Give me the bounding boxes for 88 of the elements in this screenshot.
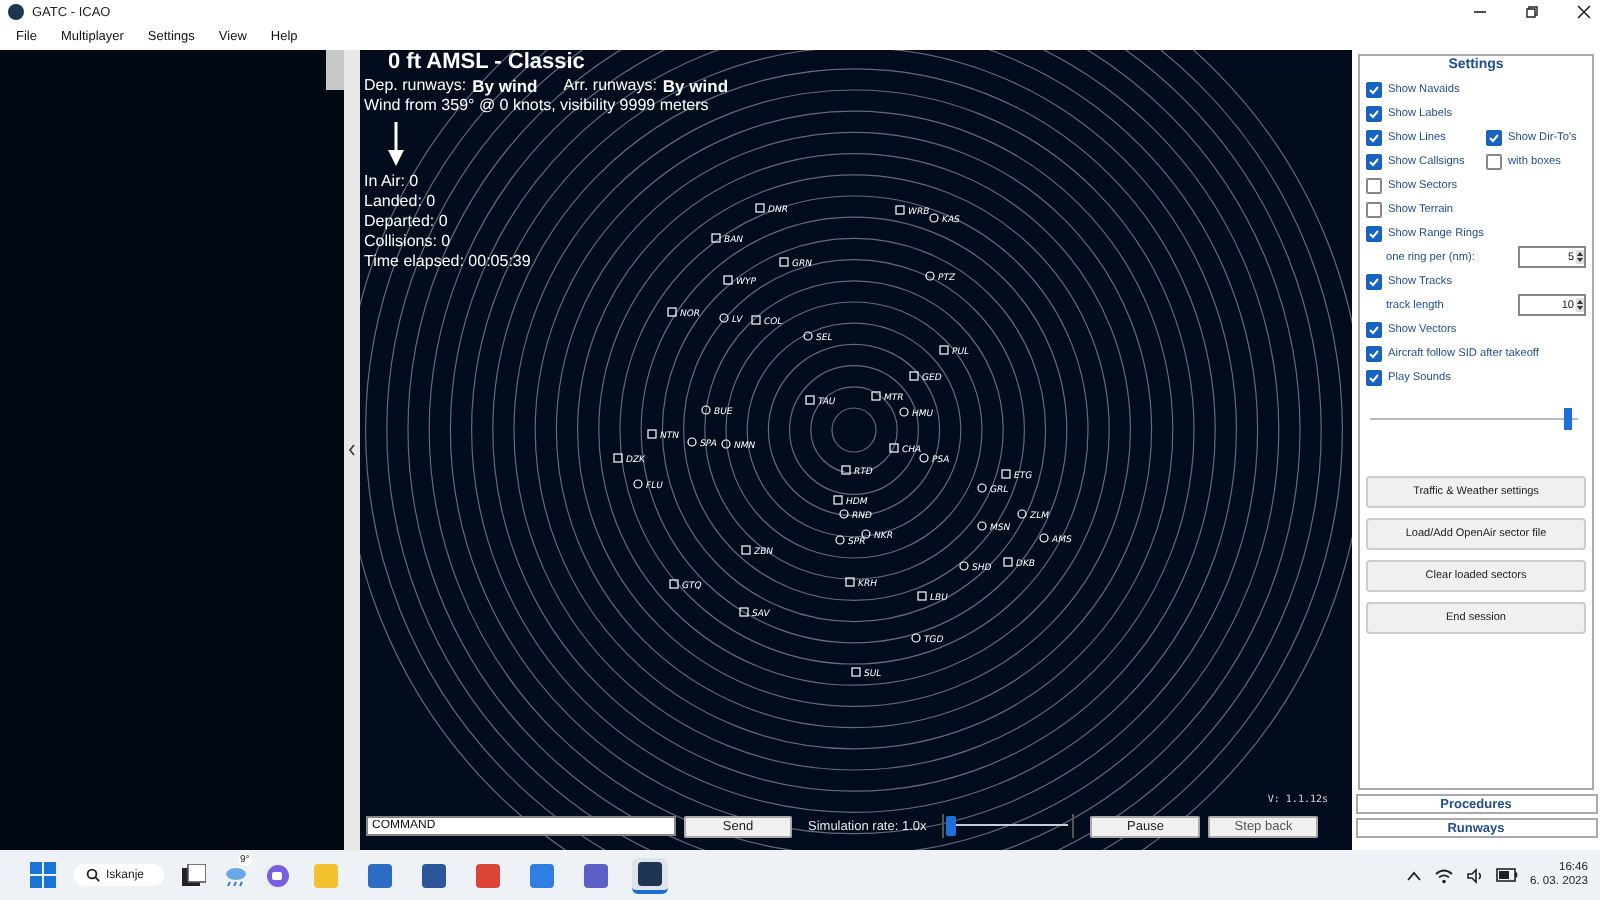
speaker-icon[interactable]	[1465, 867, 1484, 883]
checkbox-icon[interactable]	[1486, 129, 1502, 145]
navaid-marker-icon	[899, 407, 909, 417]
navaid-marker-icon	[1017, 509, 1027, 519]
start-icon[interactable]	[30, 862, 56, 888]
navaid-marker-icon	[803, 331, 813, 341]
navaid-marker-icon	[719, 313, 729, 323]
fix-marker-icon	[613, 453, 623, 463]
fix-marker-icon	[711, 233, 721, 243]
fix-marker-icon	[851, 667, 861, 677]
dep-runways-value: By wind	[472, 76, 538, 96]
volume-slider[interactable]	[1370, 406, 1578, 434]
navaid-marker-icon	[633, 479, 643, 489]
checkbox-icon[interactable]	[1366, 129, 1382, 145]
fix-marker-icon	[723, 275, 733, 285]
close-icon[interactable]	[1576, 4, 1592, 20]
stat-text: In Air: 0	[364, 172, 419, 192]
navaid-marker-icon	[911, 633, 921, 643]
navaid-marker-icon	[919, 453, 929, 463]
search-icon	[86, 868, 100, 882]
checkbox-icon[interactable]	[1366, 369, 1382, 385]
fix-marker-icon	[833, 495, 843, 505]
navaid-marker-icon	[977, 521, 987, 531]
stat-text: Landed: 0	[364, 192, 436, 212]
stat-text: Departed: 0	[364, 212, 448, 232]
navaid-marker-icon	[835, 535, 845, 545]
fix-marker-icon	[667, 307, 677, 317]
checkbox-icon[interactable]	[1366, 81, 1382, 97]
fix-marker-icon	[895, 205, 905, 215]
fix-marker-icon	[669, 579, 679, 589]
navaid-marker-icon	[701, 405, 711, 415]
checkbox-icon[interactable]	[1366, 105, 1382, 121]
taskbar-app-icon[interactable]	[632, 857, 669, 893]
navaid-marker-icon	[861, 529, 871, 539]
wind-info: Wind from 359° @ 0 knots, visibility 9999 meters	[364, 96, 709, 116]
fix-marker-icon	[1003, 557, 1013, 567]
fix-marker-icon	[909, 371, 919, 381]
checkbox-icon[interactable]	[1366, 345, 1382, 361]
maximize-icon[interactable]	[1524, 4, 1540, 20]
fix-marker-icon	[1001, 469, 1011, 479]
spinner-arrows-icon[interactable]	[1576, 298, 1584, 312]
navaid-marker-icon	[721, 439, 731, 449]
fix-marker-icon	[741, 545, 751, 555]
fix-marker-icon	[889, 443, 899, 453]
checkbox-icon[interactable]	[1486, 153, 1502, 169]
navaid-marker-icon	[687, 437, 697, 447]
fix-marker-icon	[871, 391, 881, 401]
chat-icon[interactable]	[266, 863, 291, 887]
navaid-marker-icon	[929, 213, 939, 223]
wind-direction-arrow-icon	[388, 122, 404, 166]
scrollbar-thumb[interactable]	[326, 50, 344, 90]
navaid-marker-icon	[1039, 533, 1049, 543]
slider-thumb[interactable]	[946, 816, 957, 836]
slider-thumb[interactable]	[1564, 408, 1572, 430]
spinner-arrows-icon[interactable]	[1576, 250, 1584, 264]
cloud-rain-icon[interactable]	[224, 865, 249, 885]
checkbox-icon[interactable]	[1366, 177, 1382, 193]
fix-marker-icon	[845, 577, 855, 587]
wifi-icon[interactable]	[1433, 867, 1454, 883]
checkbox-icon[interactable]	[1366, 321, 1382, 337]
checkbox-icon[interactable]	[1366, 153, 1382, 169]
fix-marker-icon	[779, 257, 789, 267]
simulation-rate-slider[interactable]	[942, 814, 1075, 838]
fix-marker-icon	[647, 429, 657, 439]
navaid-marker-icon	[959, 561, 969, 571]
arr-runways-label: Arr. runways:	[563, 76, 657, 96]
fix-marker-icon	[751, 315, 761, 325]
scenario-title: 0 ft AMSL - Classic	[388, 50, 585, 76]
dep-runways-label: Dep. runways:	[364, 76, 467, 96]
fix-marker-icon	[805, 395, 815, 405]
checkbox-icon[interactable]	[1366, 225, 1382, 241]
navaid-marker-icon	[839, 509, 849, 519]
navaid-marker-icon	[925, 271, 935, 281]
stat-text: Time elapsed: 00:05:39	[364, 252, 531, 272]
checkbox-icon[interactable]	[1366, 273, 1382, 289]
fix-marker-icon	[755, 203, 765, 213]
arr-runways-value: By wind	[662, 76, 729, 96]
chevron-up-icon[interactable]	[1405, 869, 1422, 881]
navaid-marker-icon	[977, 483, 987, 493]
fix-marker-icon	[939, 345, 949, 355]
fix-marker-icon	[739, 607, 749, 617]
checkbox-icon[interactable]	[1366, 201, 1382, 217]
fix-marker-icon	[841, 465, 851, 475]
fix-marker-icon	[917, 591, 927, 601]
task-view-icon[interactable]	[182, 864, 207, 886]
battery-icon[interactable]	[1495, 868, 1518, 882]
app-logo-icon	[8, 4, 24, 20]
stat-text: Collisions: 0	[364, 232, 451, 252]
